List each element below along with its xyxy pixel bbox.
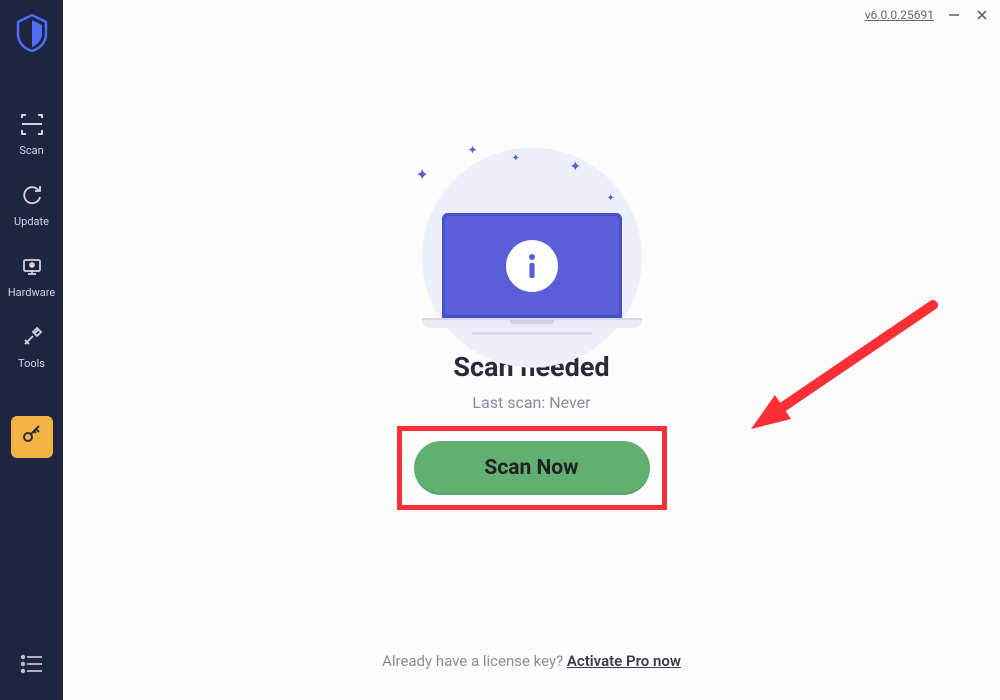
sidebar: Scan Update Hardware (0, 0, 63, 700)
key-icon (20, 423, 44, 451)
menu-list-icon (20, 654, 44, 678)
sparkle-icon: ✦ (416, 165, 429, 184)
close-button[interactable] (974, 7, 990, 23)
hero-illustration: ✦ ✦ ✦ ✦ ✦ (402, 145, 662, 335)
footer-prompt: Already have a license key? (382, 652, 567, 670)
annotation-arrow (733, 297, 943, 437)
sidebar-menu-button[interactable] (0, 654, 63, 678)
sidebar-item-update[interactable]: Update (0, 171, 63, 242)
sparkle-icon: ✦ (607, 193, 615, 204)
minimize-button[interactable] (946, 7, 962, 23)
sparkle-icon: ✦ (512, 153, 520, 164)
version-link[interactable]: v6.0.0.25691 (865, 8, 934, 22)
titlebar: v6.0.0.25691 (865, 0, 1000, 26)
activate-pro-link[interactable]: Activate Pro now (567, 652, 681, 670)
app-root: Scan Update Hardware (0, 0, 1000, 700)
annotation-highlight-box: Scan Now (397, 426, 667, 510)
main-panel: v6.0.0.25691 ✦ ✦ ✦ ✦ ✦ (63, 0, 1000, 700)
sparkle-icon: ✦ (468, 143, 478, 157)
update-icon (18, 181, 46, 209)
laptop-screen (442, 213, 622, 318)
tools-icon (18, 323, 46, 351)
activate-key-button[interactable] (11, 416, 53, 458)
sidebar-item-label: Update (14, 215, 49, 228)
sidebar-item-scan[interactable]: Scan (0, 100, 63, 171)
laptop-shadow (472, 332, 592, 335)
sidebar-item-tools[interactable]: Tools (0, 313, 63, 384)
sparkle-icon: ✦ (570, 159, 582, 175)
sidebar-item-label: Scan (19, 144, 43, 157)
info-icon (506, 240, 558, 292)
sidebar-item-label: Tools (18, 357, 45, 370)
scan-now-button[interactable]: Scan Now (414, 441, 650, 495)
sidebar-item-label: Hardware (8, 286, 55, 299)
sidebar-item-hardware[interactable]: Hardware (0, 242, 63, 313)
app-logo (15, 14, 49, 52)
laptop-base (422, 318, 642, 328)
last-scan-text: Last scan: Never (472, 393, 590, 412)
hardware-icon (18, 252, 46, 280)
footer: Already have a license key? Activate Pro… (63, 652, 1000, 670)
scan-icon (18, 110, 46, 138)
laptop-graphic (442, 213, 622, 335)
